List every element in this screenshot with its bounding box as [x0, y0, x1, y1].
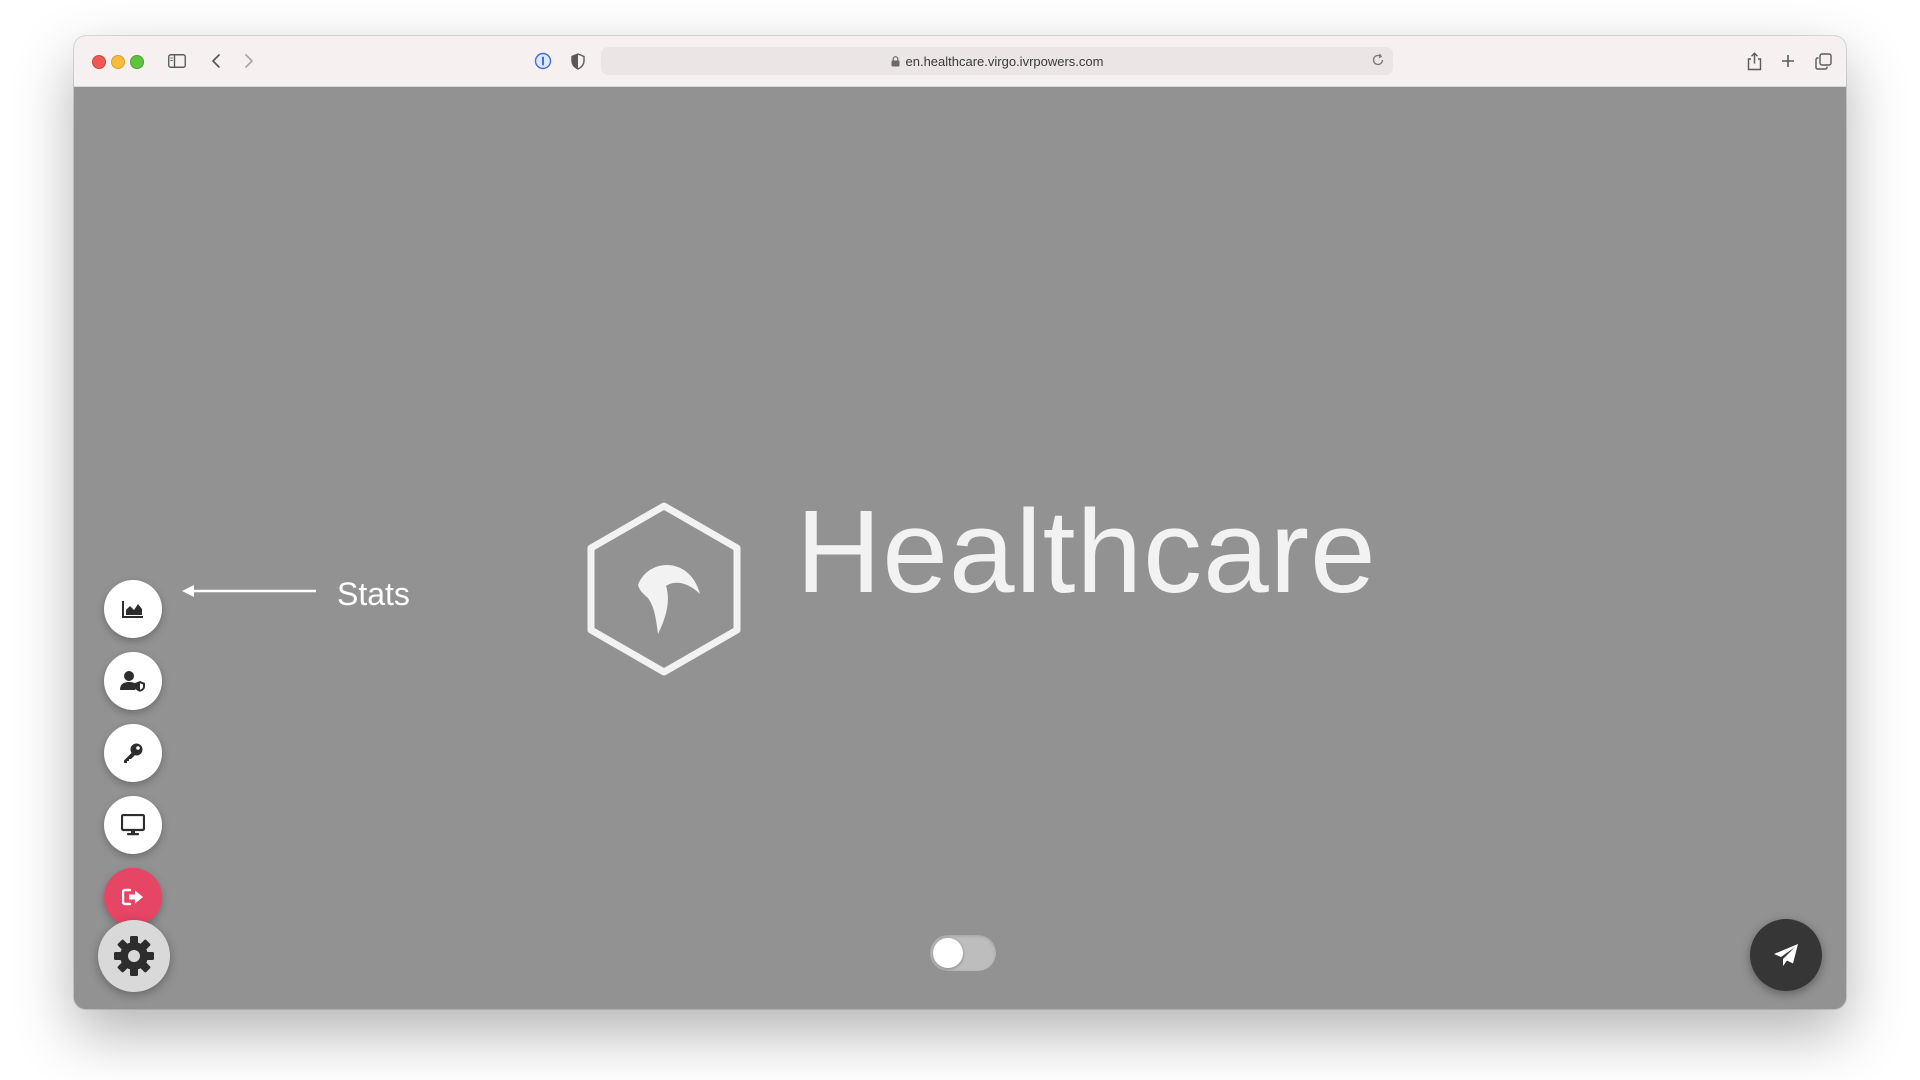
lock-icon [891, 55, 900, 67]
url-text: en.healthcare.virgo.ivrpowers.com [905, 53, 1104, 69]
logout-icon [122, 888, 143, 906]
forward-icon[interactable] [238, 50, 260, 72]
mode-toggle-switch[interactable] [930, 935, 996, 971]
share-icon[interactable] [1743, 50, 1765, 72]
gear-icon [114, 936, 154, 976]
new-tab-icon[interactable] [1777, 50, 1799, 72]
privacy-shield-icon[interactable] [567, 50, 589, 72]
app-canvas: Healthcare Stats [74, 87, 1846, 1009]
reload-icon[interactable] [1371, 53, 1385, 70]
keys-button[interactable] [104, 724, 162, 782]
paper-plane-icon [1774, 944, 1798, 966]
maximize-window-button[interactable] [130, 55, 144, 69]
stats-annotation-label: Stats [337, 576, 410, 612]
tab-overview-icon[interactable] [1812, 50, 1834, 72]
stats-button[interactable] [104, 580, 162, 638]
sidebar-toggle-icon[interactable] [166, 50, 188, 72]
password-manager-icon[interactable] [532, 50, 554, 72]
toggle-knob [933, 938, 963, 968]
user-security-button[interactable] [104, 652, 162, 710]
browser-toolbar: en.healthcare.virgo.ivrpowers.com [74, 36, 1846, 87]
address-bar[interactable]: en.healthcare.virgo.ivrpowers.com [601, 47, 1393, 75]
back-icon[interactable] [205, 50, 227, 72]
close-window-button[interactable] [92, 55, 106, 69]
settings-button[interactable] [98, 920, 170, 992]
brand-name: Healthcare [796, 486, 1377, 618]
logout-button[interactable] [104, 868, 162, 926]
annotation-arrow-icon [182, 585, 316, 597]
minimize-window-button[interactable] [111, 55, 125, 69]
browser-window: en.healthcare.virgo.ivrpowers.com Health… [74, 36, 1846, 1009]
monitor-icon [121, 814, 145, 836]
area-chart-icon [122, 601, 143, 618]
user-shield-icon [120, 671, 145, 692]
healthcare-logo-icon [587, 502, 741, 676]
send-button[interactable] [1750, 919, 1822, 991]
key-icon [124, 743, 143, 763]
display-button[interactable] [104, 796, 162, 854]
